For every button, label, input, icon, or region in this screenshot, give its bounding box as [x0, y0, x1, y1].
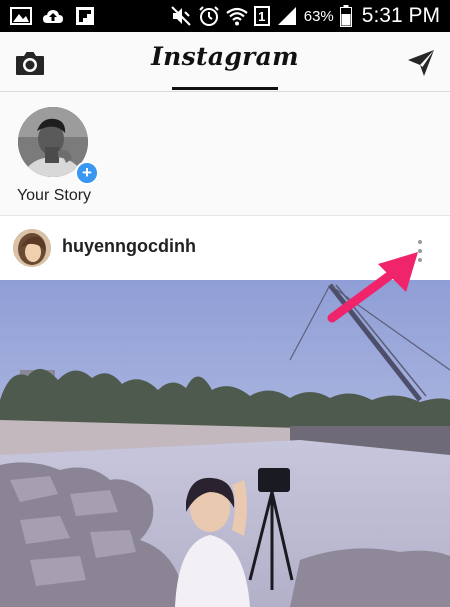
status-bar: 1 63% 5:31 PM [0, 0, 450, 32]
more-dot [418, 258, 422, 262]
more-dot [418, 240, 422, 244]
home-tab-indicator [172, 87, 278, 90]
cloud-upload-icon [43, 10, 63, 23]
signal-icon [277, 7, 296, 25]
more-vertical-icon[interactable] [410, 238, 430, 264]
alarm-icon [199, 6, 219, 26]
story-item-your-story[interactable]: + Your Story [12, 106, 99, 212]
avatar[interactable] [13, 229, 51, 267]
post-image[interactable] [0, 280, 450, 607]
post-header: huyenngocdinh [0, 216, 450, 280]
battery-icon [339, 5, 352, 27]
camera-icon[interactable] [14, 48, 46, 78]
clock: 5:31 PM [361, 4, 440, 27]
more-dot [418, 249, 422, 253]
mute-icon [171, 6, 191, 26]
wifi-icon [226, 7, 248, 26]
system-status: 1 63% 5:31 PM [170, 4, 440, 28]
stories-tray: + Your Story [0, 92, 450, 216]
gallery-icon [10, 7, 32, 25]
battery-percent: 63% [303, 7, 334, 25]
top-navigation: Instagram [0, 32, 450, 92]
sim-icon: 1 [253, 6, 270, 26]
paper-plane-icon[interactable] [406, 48, 436, 78]
notification-icons [10, 5, 96, 27]
profile-photo [13, 229, 51, 267]
post-photo [0, 280, 450, 607]
add-plus-icon[interactable]: + [75, 161, 99, 185]
story-label: Your Story [16, 187, 92, 204]
post-username[interactable]: huyenngocdinh [62, 236, 196, 257]
flipboard-icon [76, 7, 94, 25]
app-title: Instagram [151, 42, 299, 71]
